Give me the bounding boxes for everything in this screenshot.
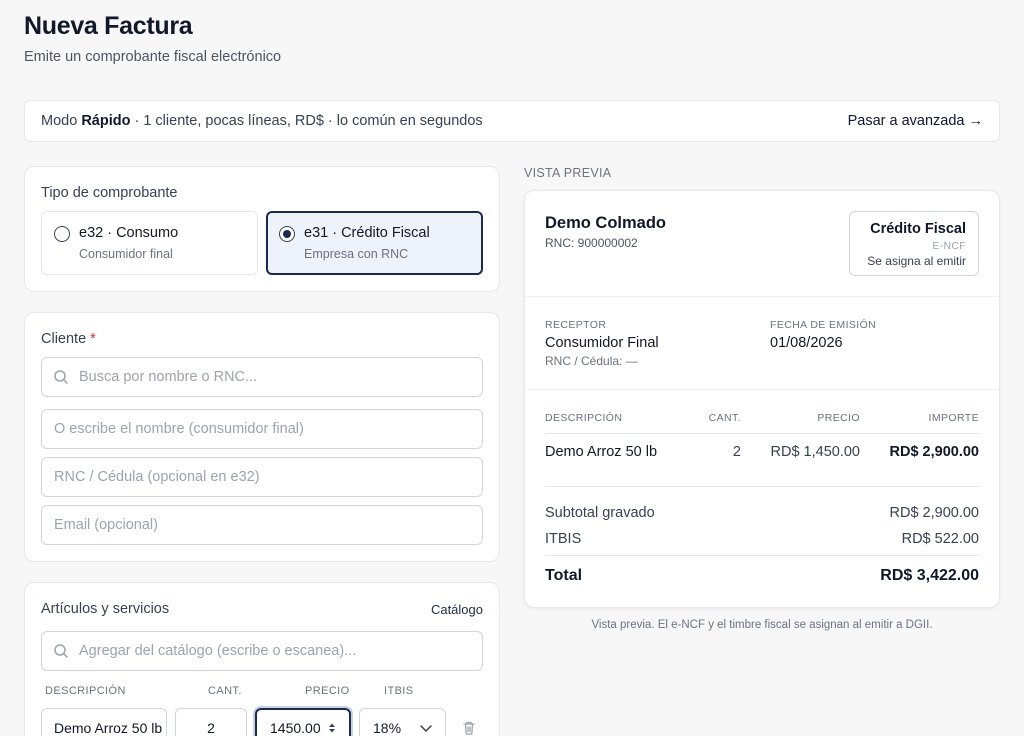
client-rnc-input[interactable] [41,457,483,497]
radio-e32[interactable]: e32 · Consumo Consumidor final [41,211,258,275]
th-descripcion: DESCRIPCIÓN [545,412,623,424]
itbis-value: RD$ 522.00 [901,531,979,547]
search-icon [54,644,68,658]
col-itbis: ITBIS [384,685,414,697]
col-cantidad: CANT. [208,685,242,697]
mode-prefix: Modo [41,113,78,129]
item-description: Demo Arroz 50 lb [545,444,658,460]
receptor-id: RNC / Cédula: — [545,354,638,368]
mode-description: Modo Rápido · 1 cliente, pocas líneas, R… [41,113,483,129]
company-name: Demo Colmado [545,214,667,232]
cliente-card: Cliente * [24,312,500,562]
col-descripcion: DESCRIPCIÓN [45,685,126,697]
catalog-search-input[interactable] [41,631,483,671]
total-value: RD$ 3,422.00 [880,567,979,584]
encf-label: E-NCF [932,240,966,252]
line-itbis-select[interactable]: 18% [359,708,446,736]
subtotal-value: RD$ 2,900.00 [889,505,979,521]
search-icon [54,370,68,384]
trash-icon[interactable] [461,720,477,736]
radio-e31-subtitle: Empresa con RNC [304,247,409,261]
item-quantity: 2 [732,444,741,460]
th-importe: IMPORTE [928,412,979,424]
item-amount: RD$ 2,900.00 [889,444,979,460]
articulos-card: Artículos y servicios Catálogo DESCRIPCI… [24,582,500,736]
switch-advanced-link[interactable]: Pasar a avanzada → [848,113,983,129]
doc-type: Crédito Fiscal [870,221,966,237]
page-subtitle: Emite un comprobante fiscal electrónico [24,49,282,65]
line-itbis-value: 18% [373,720,402,736]
doc-type-badge: Crédito Fiscal E-NCF Se asigna al emitir [849,211,979,276]
items-rule [545,486,979,487]
mode-bar: Modo Rápido · 1 cliente, pocas líneas, R… [24,100,1000,142]
line-price-value: 1450.00 [270,720,321,736]
table-header-rule [545,433,979,434]
client-search-input[interactable] [41,357,483,397]
line-price-input[interactable]: 1450.00 [255,708,351,736]
mode-detail: · 1 cliente, pocas líneas, RD$ · lo comú… [134,113,483,129]
encf-value: Se asigna al emitir [867,254,966,268]
tipo-card: Tipo de comprobante e32 · Consumo Consum… [24,166,500,292]
cliente-label-text: Cliente [41,331,87,347]
total-label: Total [545,567,583,584]
preview-footnote: Vista previa. El e-NCF y el timbre fisca… [591,619,933,631]
articulos-label: Artículos y servicios [41,601,170,617]
line-quantity-input[interactable]: 2 [175,708,247,736]
line-description-input[interactable]: Demo Arroz 50 lb [41,708,167,736]
preview-section-label: VISTA PREVIA [524,166,612,180]
client-email-input[interactable] [41,505,483,545]
fecha-value: 01/08/2026 [770,335,843,351]
line-quantity-value: 2 [207,720,215,736]
chevron-down-icon [420,725,432,733]
tipo-label: Tipo de comprobante [41,185,178,201]
divider [525,296,999,297]
th-precio: PRECIO [817,412,860,424]
radio-e32-title: e32 · Consumo [79,225,179,241]
radio-e31[interactable]: e31 · Crédito Fiscal Empresa con RNC [266,211,483,275]
divider [525,389,999,390]
subtotal-label: Subtotal gravado [545,505,655,521]
cliente-label: Cliente * [41,331,96,347]
required-mark: * [90,331,96,347]
mode-name: Rápido [81,113,131,129]
radio-e31-circle[interactable] [279,226,295,242]
fecha-label: FECHA DE EMISIÓN [770,319,877,331]
receptor-name: Consumidor Final [545,335,659,351]
invoice-preview: Demo Colmado RNC: 900000002 Crédito Fisc… [524,190,1000,608]
item-price: RD$ 1,450.00 [770,444,860,460]
line-description-value: Demo Arroz 50 lb [54,720,163,736]
col-precio: PRECIO [305,685,350,697]
receptor-label: RECEPTOR [545,319,607,331]
itbis-label: ITBIS [545,531,582,547]
radio-e32-subtitle: Consumidor final [79,247,173,261]
page-title: Nueva Factura [24,12,193,40]
total-rule [545,555,979,556]
stepper-arrows-icon[interactable] [328,722,336,734]
client-name-input[interactable] [41,409,483,449]
radio-e31-title: e31 · Crédito Fiscal [304,225,430,241]
radio-e32-circle[interactable] [54,226,70,242]
company-rnc: RNC: 900000002 [545,236,638,250]
th-cantidad: CANT. [708,412,741,424]
catalog-link[interactable]: Catálogo [431,602,483,617]
